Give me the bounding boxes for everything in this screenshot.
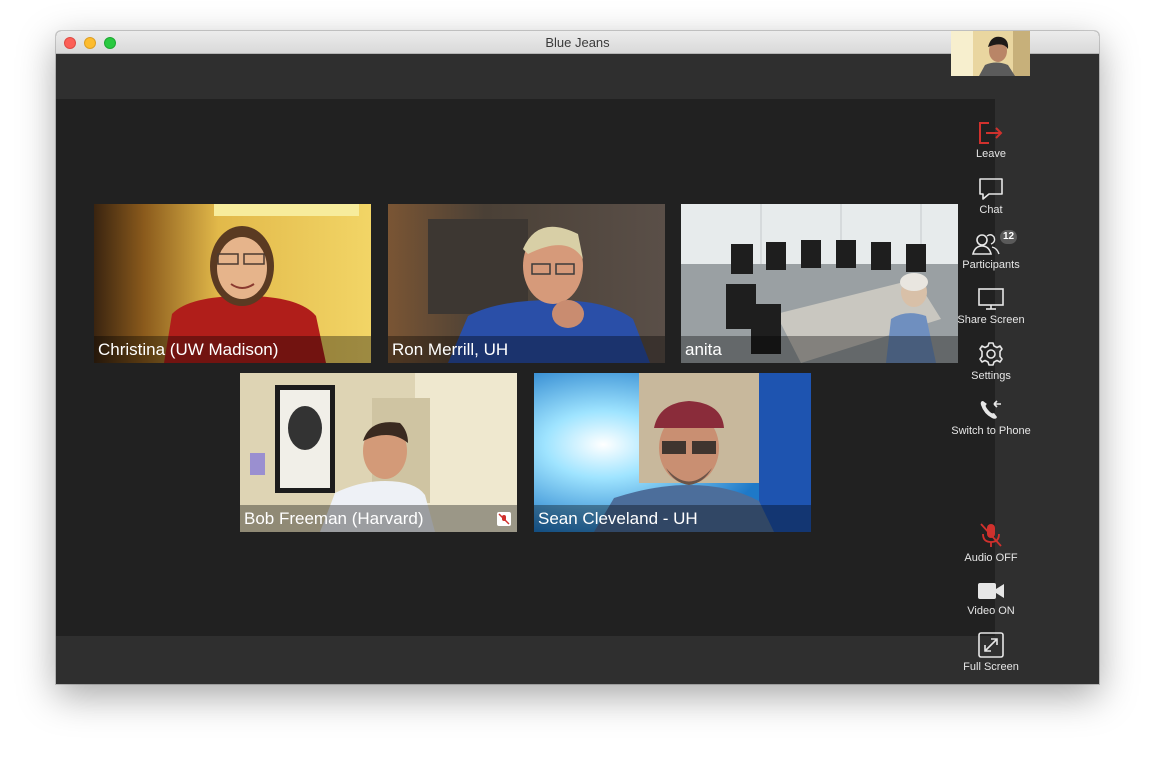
chat-icon [979,178,1003,200]
microphone-muted-icon [980,523,1002,547]
switch-to-phone-button[interactable]: Switch to Phone [939,398,1043,437]
share-screen-label: Share Screen [957,314,1025,326]
video-stage [56,99,995,636]
fullscreen-button[interactable]: Full Screen [939,632,1043,673]
top-band [56,54,995,99]
video-tile-anita[interactable]: anita [681,204,958,363]
self-view-image [951,31,1030,76]
leave-label: Leave [976,148,1006,160]
video-camera-icon [978,583,1004,599]
video-toggle-button[interactable]: Video ON [939,580,1043,617]
chat-button[interactable]: Chat [939,177,1043,216]
switch-to-phone-label: Switch to Phone [951,425,1031,437]
participant-name-label: Bob Freeman (Harvard) [240,505,517,532]
participant-name-label: anita [681,336,958,363]
video-tile-ron[interactable]: Ron Merrill, UH [388,204,665,363]
video-tile-sean[interactable]: Sean Cleveland - UH [534,373,811,532]
participant-count-badge: 12 [1000,230,1018,244]
bottom-band [56,636,995,684]
title-bar: Blue Jeans [56,31,1099,54]
settings-button[interactable]: Settings [939,341,1043,382]
participant-name-label: Ron Merrill, UH [388,336,665,363]
participant-name-label: Christina (UW Madison) [94,336,371,363]
settings-label: Settings [971,370,1011,382]
participants-icon [971,234,1000,255]
window-title: Blue Jeans [545,35,610,50]
self-view-video[interactable] [951,31,1030,76]
phone-icon [980,400,1001,419]
fullscreen-icon [978,632,1004,658]
microphone-muted-icon [497,512,511,526]
chat-label: Chat [979,204,1003,216]
video-tile-christina[interactable]: Christina (UW Madison) [94,204,371,363]
video-label: Video ON [967,605,1015,617]
video-tile-bob[interactable]: Bob Freeman (Harvard) [240,373,517,532]
gear-icon [979,342,1003,366]
leave-button[interactable]: Leave [939,121,1043,160]
audio-label: Audio OFF [964,552,1018,564]
participant-name-label: Sean Cleveland - UH [534,505,811,532]
leave-icon [979,122,1003,144]
participants-button[interactable]: 12 Participants [939,230,1043,271]
audio-toggle-button[interactable]: Audio OFF [939,521,1043,564]
fullscreen-label: Full Screen [963,661,1019,673]
monitor-icon [978,288,1004,310]
participants-label: Participants [962,259,1020,271]
share-screen-button[interactable]: Share Screen [939,287,1043,326]
